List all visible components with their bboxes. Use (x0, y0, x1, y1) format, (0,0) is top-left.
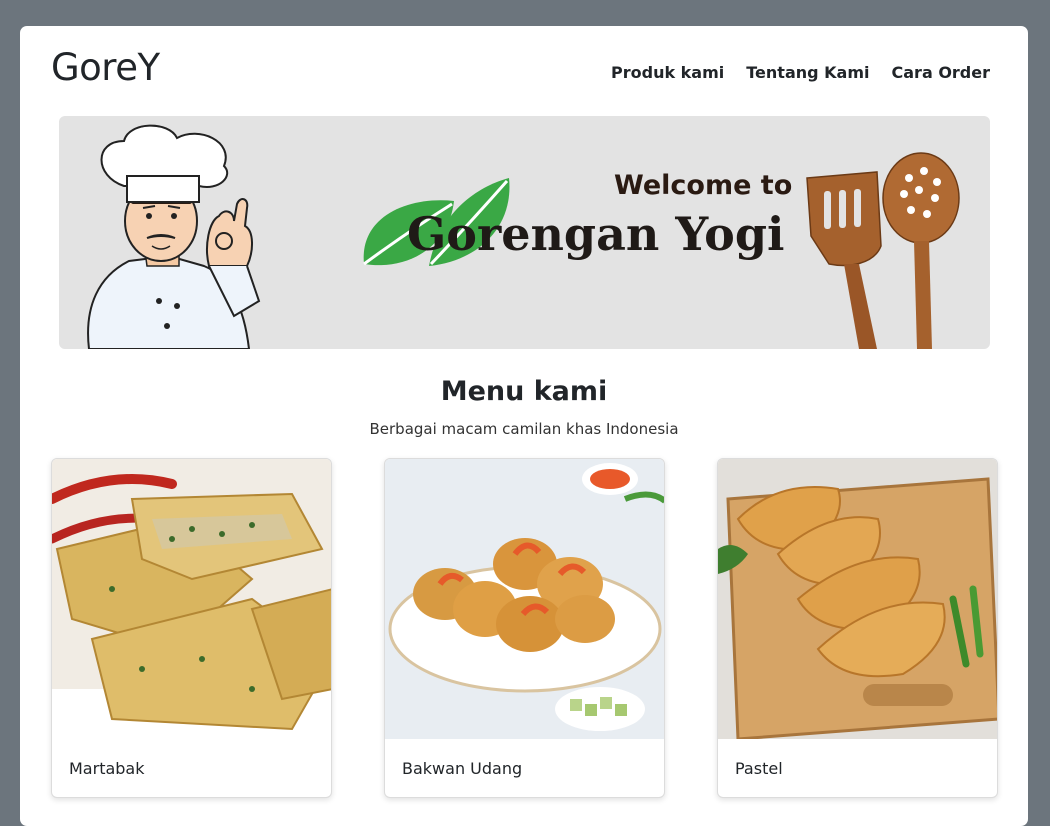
page-container: GoreY Produk kami Tentang Kami Cara Orde… (20, 26, 1028, 826)
menu-title: Menu kami (440, 376, 608, 407)
slotted-spoon-icon (882, 152, 960, 349)
nav-tentang-kami[interactable]: Tentang Kami (746, 63, 869, 82)
bakwan-udang-image (385, 459, 664, 739)
menu-cards: Martabak Bakwan Udang Pastel (51, 458, 998, 798)
pastel-image (718, 459, 997, 739)
menu-card-title: Pastel (735, 759, 783, 778)
hero-banner: Welcome to Gorengan Yogi (59, 116, 990, 349)
banner-title-text: Gorengan Yogi (407, 207, 785, 261)
menu-card-title: Bakwan Udang (402, 759, 523, 778)
menu-subtitle: Berbagai macam camilan khas Indonesia (369, 420, 679, 438)
nav-produk-kami[interactable]: Produk kami (611, 63, 724, 82)
main-nav: Produk kami Tentang Kami Cara Order (611, 63, 990, 82)
menu-card-bakwan-udang[interactable]: Bakwan Udang (384, 458, 665, 798)
menu-card-pastel[interactable]: Pastel (717, 458, 998, 798)
banner-welcome-text: Welcome to (614, 170, 792, 201)
menu-card-martabak[interactable]: Martabak (51, 458, 332, 798)
spatula-icon (806, 171, 882, 349)
menu-card-title: Martabak (69, 759, 145, 778)
chef-illustration (87, 124, 261, 349)
nav-cara-order[interactable]: Cara Order (892, 63, 990, 82)
brand-logo[interactable]: GoreY (51, 46, 160, 89)
martabak-image (52, 459, 331, 739)
